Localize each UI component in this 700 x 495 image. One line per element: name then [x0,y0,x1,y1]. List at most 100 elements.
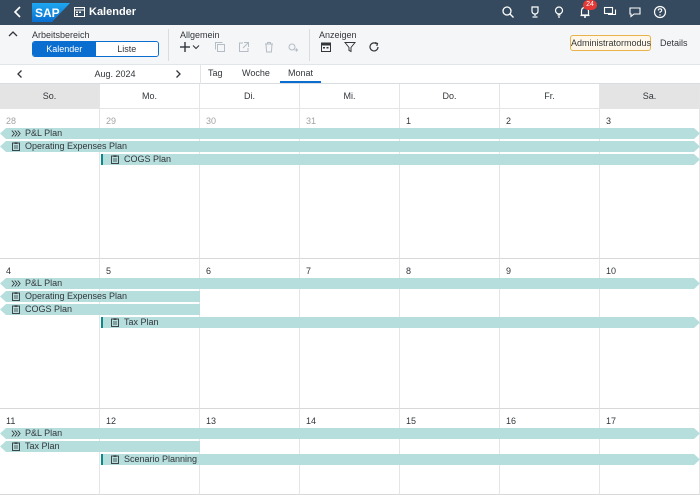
weekday-header: Di. [200,84,300,109]
logo-text: SAP [35,6,60,20]
appointment-title: Tax Plan [124,317,159,327]
calendar-appointment[interactable]: COGS Plan [101,154,700,165]
day-number[interactable]: 5 [106,266,111,276]
back-icon[interactable] [11,5,25,19]
day-number[interactable]: 8 [406,266,411,276]
appointment-title: P&L Plan [25,428,63,438]
workspace-label: Arbeitsbereich [32,30,90,40]
appointment-title: P&L Plan [25,278,63,288]
calendar-navigation: Aug. 2024 Tag Woche Monat [0,65,700,84]
nav-divider [200,65,201,84]
day-number[interactable]: 31 [306,116,316,126]
tab-week[interactable]: Woche [242,68,270,81]
clipboard-icon [11,305,21,314]
tab-month[interactable]: Monat [280,68,322,83]
chevrons-icon [11,129,21,138]
show-label: Anzeigen [319,30,357,40]
calendar-view-icon[interactable] [320,41,332,53]
copy-icon[interactable] [214,41,226,53]
appointment-title: P&L Plan [25,128,63,138]
delete-icon[interactable] [263,41,275,53]
day-cell[interactable]: 11 [0,409,100,495]
day-number[interactable]: 9 [506,266,511,276]
appointment-title: COGS Plan [25,304,73,314]
day-number[interactable]: 14 [306,416,316,426]
tab-day[interactable]: Tag [208,68,223,81]
share-icon[interactable] [238,41,250,53]
calendar-icon [74,7,85,17]
add-icon[interactable] [179,41,191,53]
day-number[interactable]: 15 [406,416,416,426]
day-cell[interactable]: 13 [200,409,300,495]
segment-list[interactable]: Liste [95,42,158,56]
weekday-header: Do. [400,84,500,109]
clipboard-icon [11,142,21,151]
day-number[interactable]: 4 [6,266,11,276]
clipboard-icon [110,455,120,464]
filter-icon[interactable] [344,41,356,53]
segment-calendar[interactable]: Kalender [33,42,96,56]
day-cell[interactable]: 12 [100,409,200,495]
appointment-title: Scenario Planning [124,454,198,464]
appointment-title: Operating Expenses Plan [25,141,128,151]
day-number[interactable]: 29 [106,116,116,126]
day-number[interactable]: 17 [606,416,616,426]
day-cell[interactable]: 16 [500,409,600,495]
calendar-appointment[interactable]: COGS Plan [0,304,200,315]
chevrons-icon [11,279,21,288]
chat-icon[interactable] [603,5,617,19]
chevrons-icon [11,429,21,438]
calendar-appointment[interactable]: P&L Plan [0,428,700,439]
shell-bar: SAP Kalender 24 [0,0,700,25]
chevron-up-icon[interactable] [8,30,18,38]
day-number[interactable]: 7 [306,266,311,276]
calendar-appointment[interactable]: Operating Expenses Plan [0,141,700,152]
workspace-segmented-button: Kalender Liste [32,41,159,57]
calendar-appointment[interactable]: P&L Plan [0,128,700,139]
app-title: Kalender [89,6,137,18]
chevron-right-icon[interactable] [173,69,183,79]
day-number[interactable]: 10 [606,266,616,276]
calendar-appointment[interactable]: Operating Expenses Plan [0,291,200,302]
help-icon[interactable] [653,5,667,19]
day-number[interactable]: 11 [6,416,15,426]
day-cell[interactable]: 14 [300,409,400,495]
transfer-icon[interactable] [287,41,299,53]
day-number[interactable]: 28 [6,116,16,126]
weekday-header: So. [0,84,100,109]
sap-logo[interactable]: SAP [32,3,70,22]
day-cell[interactable]: 15 [400,409,500,495]
appointment-title: Operating Expenses Plan [25,291,128,301]
calendar-appointment[interactable]: Scenario Planning [101,454,700,465]
trophy-icon[interactable] [528,5,542,19]
clipboard-icon [110,318,120,327]
lightbulb-icon[interactable] [552,5,566,19]
clipboard-icon [110,155,120,164]
appointment-title: Tax Plan [25,441,60,451]
chevron-down-icon[interactable] [192,41,200,53]
search-icon[interactable] [501,5,515,19]
clipboard-icon [11,292,21,301]
day-number[interactable]: 12 [106,416,116,426]
day-number[interactable]: 3 [606,116,611,126]
day-number[interactable]: 16 [506,416,516,426]
weekday-header: Fr. [500,84,600,109]
admin-mode-button[interactable]: Administratormodus [570,35,651,51]
refresh-icon[interactable] [368,41,380,53]
day-number[interactable]: 1 [406,116,411,126]
toolbar-divider [168,29,169,61]
calendar-appointment[interactable]: P&L Plan [0,278,700,289]
day-number[interactable]: 30 [206,116,216,126]
notification-badge: 24 [583,0,597,10]
calendar-appointment[interactable]: Tax Plan [101,317,700,328]
chevron-left-icon[interactable] [15,69,25,79]
current-month[interactable]: Aug. 2024 [70,69,160,79]
day-cell[interactable]: 17 [600,409,700,495]
day-number[interactable]: 13 [206,416,216,426]
feedback-icon[interactable] [628,5,642,19]
day-number[interactable]: 6 [206,266,211,276]
weekday-header: Mi. [300,84,400,109]
day-number[interactable]: 2 [506,116,511,126]
details-button[interactable]: Details [660,38,688,48]
calendar-appointment[interactable]: Tax Plan [0,441,200,452]
